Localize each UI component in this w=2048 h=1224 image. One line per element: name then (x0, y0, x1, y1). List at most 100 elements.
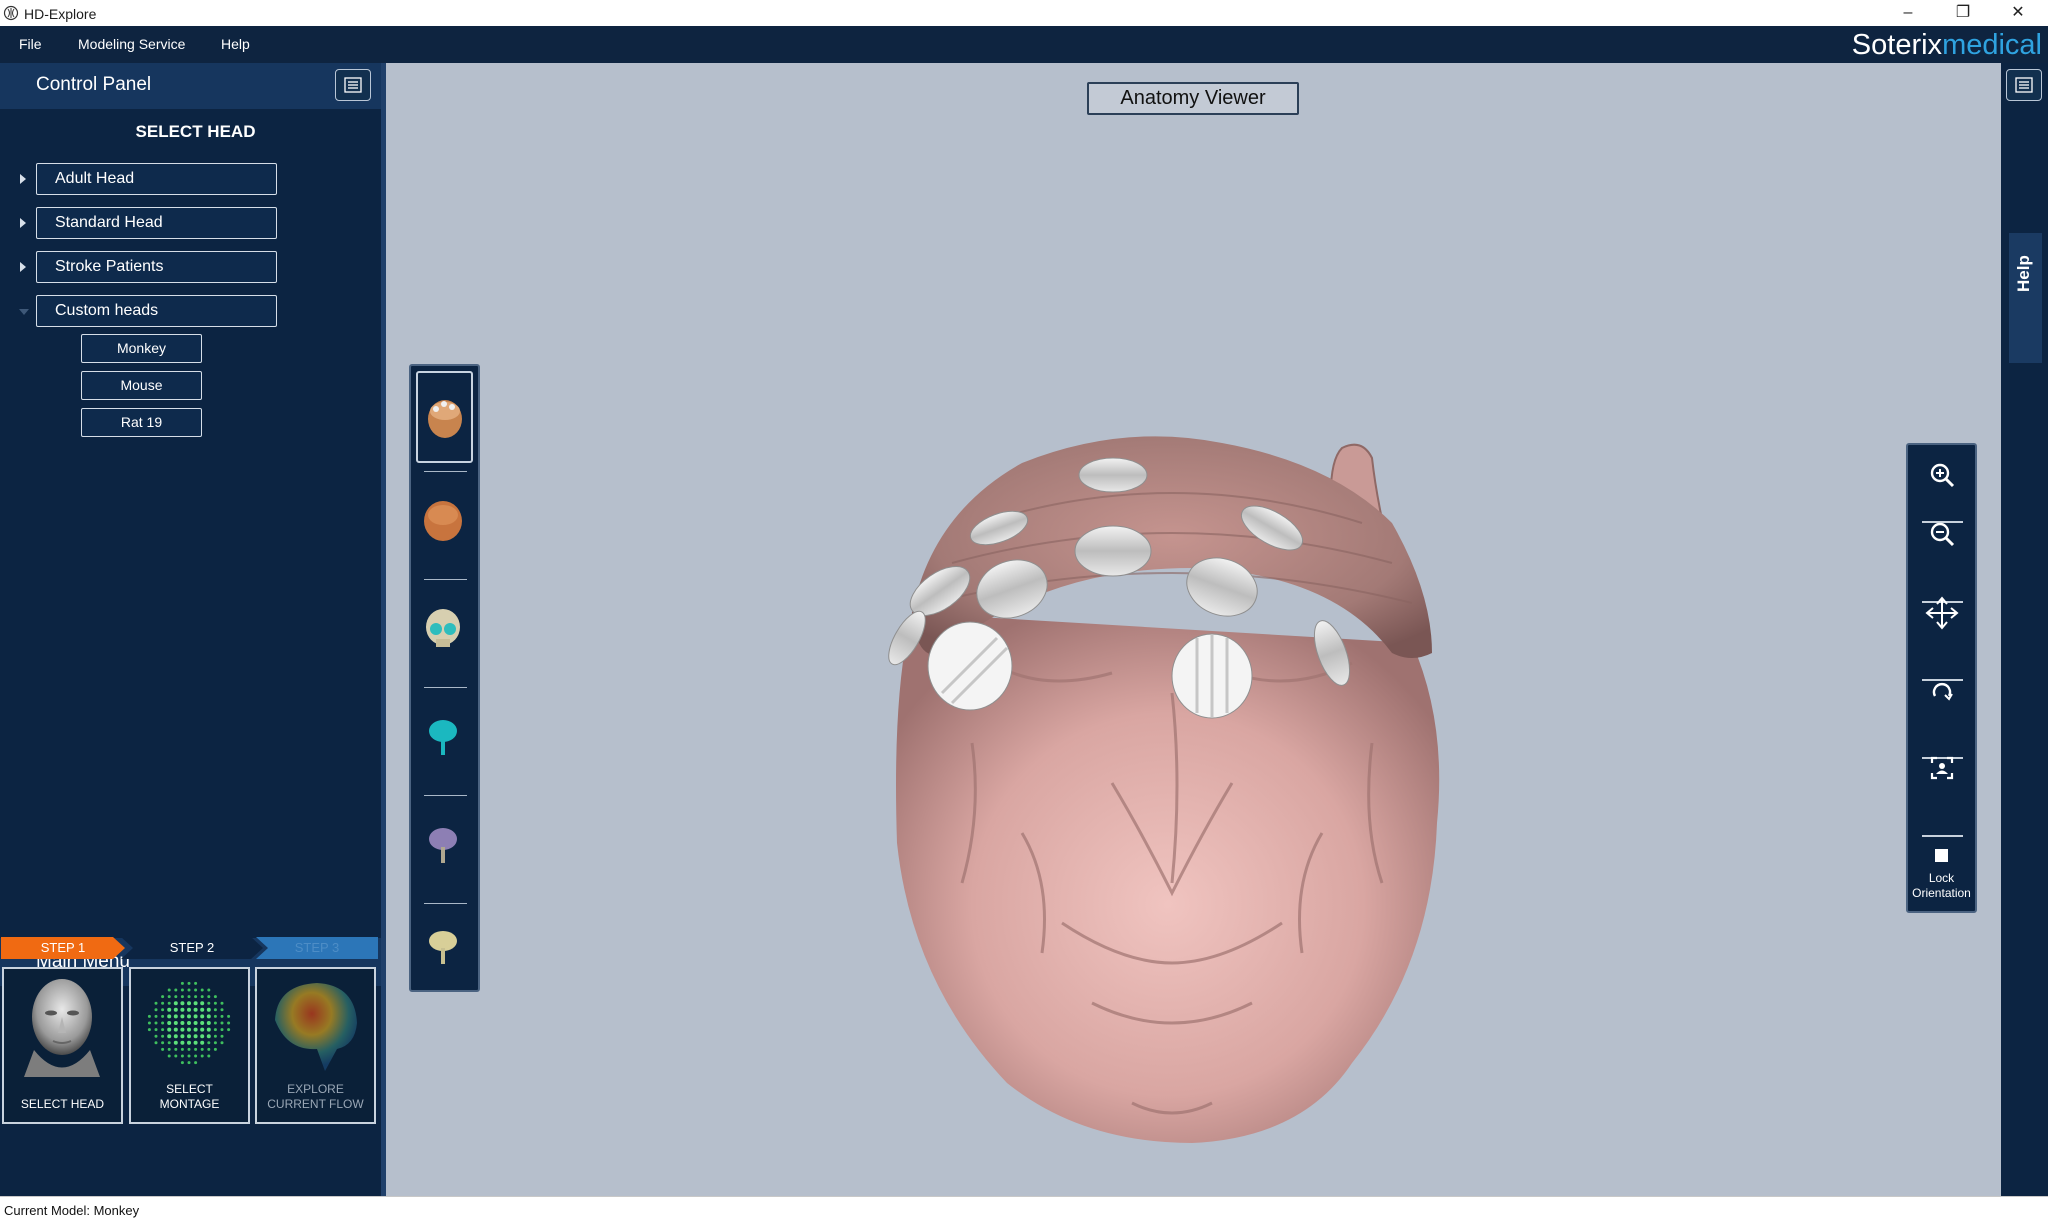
montage-dot (220, 1021, 224, 1025)
montage-dot (154, 1008, 158, 1012)
thumbnail-monkey-head-skin[interactable] (416, 371, 473, 463)
window-title: HD-Explore (24, 6, 97, 22)
restore-button[interactable]: ❐ (1935, 0, 1991, 26)
montage-dot (194, 995, 198, 999)
rotate-icon (1932, 683, 1953, 701)
pan-icon (1924, 596, 1959, 630)
montage-dot (220, 1041, 224, 1045)
montage-dot (220, 1034, 224, 1038)
standard-head-button[interactable]: Standard Head (36, 207, 277, 239)
pan-button[interactable] (1908, 583, 1975, 643)
menu-modeling-service[interactable]: Modeling Service (78, 36, 185, 52)
montage-dot (154, 1028, 158, 1032)
montage-dot (167, 1021, 172, 1025)
fit-view-button[interactable] (1908, 738, 1975, 798)
thumbnail-separator (424, 687, 467, 688)
viewer-title: Anatomy Viewer (1087, 82, 1299, 115)
app-icon (3, 5, 19, 21)
montage-dot (147, 1014, 151, 1018)
montage-dot (161, 1021, 165, 1025)
brain-heatmap-icon (275, 983, 357, 1071)
step-2-tab[interactable]: STEP 2 (121, 937, 263, 959)
monkey-skull-icon (426, 609, 460, 647)
thumbnail-monkey-skull[interactable] (416, 587, 473, 679)
collapse-arrow-icon[interactable] (19, 309, 29, 315)
minimize-button[interactable]: – (1880, 0, 1936, 26)
zoom-out-icon (1930, 522, 1954, 547)
close-button[interactable]: ✕ (1990, 0, 2046, 26)
montage-dot (174, 995, 178, 999)
custom-heads-button[interactable]: Custom heads (36, 295, 277, 327)
zoom-in-button[interactable] (1908, 445, 1975, 505)
custom-head-mouse[interactable]: Mouse (81, 371, 202, 400)
custom-head-monkey[interactable]: Monkey (81, 334, 202, 363)
expand-arrow-icon[interactable] (20, 262, 26, 272)
montage-dot (174, 1047, 178, 1051)
montage-dot (173, 1007, 178, 1012)
montage-dot (167, 1027, 172, 1032)
montage-dot (194, 1054, 198, 1058)
montage-dot (161, 1014, 165, 1018)
expand-arrow-icon[interactable] (20, 174, 26, 184)
control-panel-header: Control Panel (0, 63, 381, 109)
montage-dot (187, 1021, 191, 1025)
montage-dot (194, 1047, 198, 1051)
select-head-card[interactable]: SELECT HEAD (2, 967, 123, 1124)
montage-dot (220, 1028, 224, 1032)
montage-dot (161, 1034, 165, 1038)
stroke-patients-button[interactable]: Stroke Patients (36, 251, 277, 283)
right-sidebar (2001, 63, 2048, 1196)
list-icon (344, 77, 362, 93)
montage-dot (180, 1047, 184, 1051)
montage-dot (200, 1014, 205, 1019)
montage-dot (180, 988, 184, 992)
montage-dot (187, 1007, 191, 1012)
montage-dot (206, 1034, 211, 1039)
montage-dot (180, 1034, 185, 1039)
expand-arrow-icon[interactable] (20, 218, 26, 228)
montage-dot (180, 1001, 185, 1006)
menu-file[interactable]: File (19, 36, 42, 52)
step-1-tab[interactable]: STEP 1 (1, 937, 125, 959)
montage-dot (193, 1007, 198, 1012)
right-panel-menu-button[interactable] (2006, 69, 2042, 101)
help-tab[interactable] (2009, 233, 2042, 363)
montage-dot (161, 1008, 165, 1012)
thumbnail-brain-yellow[interactable] (416, 911, 473, 1003)
custom-head-rat-19[interactable]: Rat 19 (81, 408, 202, 437)
montage-dot (173, 1014, 178, 1019)
montage-dot (220, 1014, 224, 1018)
zoom-out-button[interactable] (1908, 504, 1975, 564)
monkey-head-bare-icon (424, 501, 462, 541)
montage-dot (167, 1001, 171, 1005)
thumbnail-monkey-head-bare[interactable] (416, 479, 473, 571)
montage-dot (206, 1014, 211, 1019)
head-group-standard: Standard Head (0, 207, 381, 241)
help-tab-label: Help (2014, 255, 2033, 292)
montage-dot (180, 981, 184, 985)
fit-view-icon (1930, 756, 1953, 780)
montage-dot (187, 981, 191, 985)
montage-dot (213, 1021, 217, 1025)
montage-dot (154, 1021, 158, 1025)
thumbnail-brain-cyan[interactable] (416, 695, 473, 787)
step-3-tab: STEP 3 (256, 937, 378, 959)
rotate-button[interactable] (1908, 661, 1975, 721)
montage-dot (206, 1021, 211, 1025)
monkey-head-model[interactable] (872, 363, 1502, 1163)
montage-dot (187, 1061, 191, 1065)
menu-help[interactable]: Help (221, 36, 250, 52)
montage-dot (187, 988, 191, 992)
select-montage-card[interactable]: SELECT MONTAGE (129, 967, 250, 1124)
montage-dot (161, 1047, 165, 1051)
select-head-card-label: SELECT HEAD (20, 1097, 105, 1111)
anatomy-viewer[interactable]: Anatomy Viewer Lock Orientation (386, 63, 2001, 1196)
montage-dot (187, 1047, 191, 1051)
lock-orientation-checkbox[interactable] (1935, 849, 1948, 862)
adult-head-button[interactable]: Adult Head (36, 163, 277, 195)
montage-dot (147, 1021, 151, 1025)
panel-menu-button[interactable] (335, 69, 371, 101)
montage-dot (227, 1014, 231, 1018)
thumbnail-brain-purple[interactable] (416, 803, 473, 895)
montage-dot (200, 1054, 204, 1058)
